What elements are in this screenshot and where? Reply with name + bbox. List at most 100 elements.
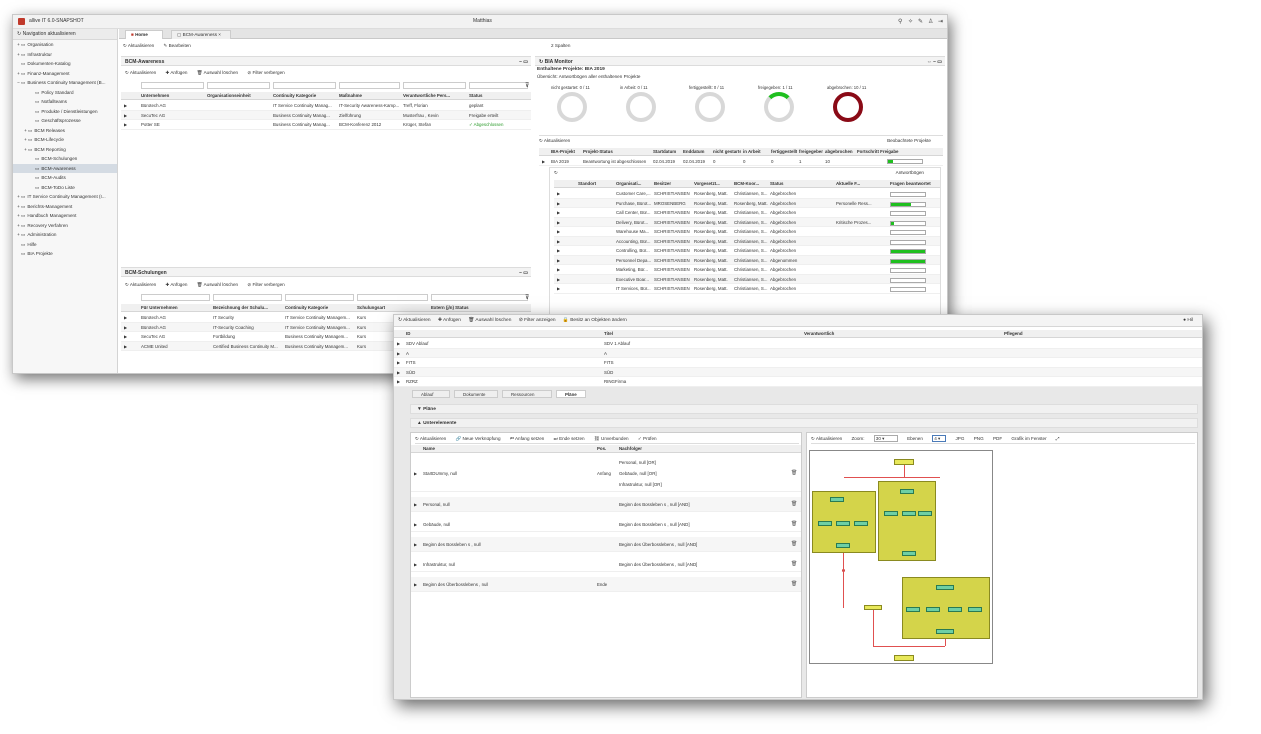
export-png-button[interactable]: PNG [974, 436, 984, 441]
filter-input[interactable] [403, 82, 466, 89]
expand-icon[interactable]: ▶ [124, 332, 127, 342]
expand-icon[interactable]: ▶ [557, 256, 560, 266]
expand-icon[interactable]: ▶ [557, 227, 560, 237]
aw-column-header[interactable]: Organisationseinheit [207, 92, 271, 99]
answer-row[interactable]: ▶ Marketing, Bür... SCHRISTIANSEN Rosenberg… [554, 265, 940, 275]
ans-column-header[interactable]: BCM-Koor... [734, 180, 768, 187]
answer-row[interactable]: ▶ Accounting, Bür... SCHRISTIANSEN Rosenber… [554, 236, 940, 246]
sub-row[interactable]: ▶ Infrastruktur, null Beginn des Überbossl… [411, 557, 801, 572]
sc-column-header[interactable]: Für Unternehmen [141, 304, 211, 311]
help-button[interactable]: ● Hil [1183, 315, 1193, 327]
expand-icon[interactable]: ▶ [414, 557, 417, 572]
nav-item[interactable]: ▭ Geschäftsprozesse [13, 116, 117, 126]
trash-icon[interactable]: 🗑 [791, 537, 797, 552]
expand-icon[interactable]: ▶ [397, 349, 400, 359]
sc-column-header[interactable]: Continuity Kategorie [285, 304, 355, 311]
ans-column-header[interactable]: Fragen beantwortet [890, 180, 938, 187]
w2-owner-button[interactable]: 🔒 Besitz an Objekten ändern [563, 318, 627, 323]
nav-item[interactable]: ▭ Policy Standard [13, 88, 117, 98]
w2-add-button[interactable]: ✚ Anfügen [438, 318, 461, 323]
expand-icon[interactable]: ▶ [542, 157, 545, 166]
filter-input[interactable] [141, 294, 210, 301]
process-diagram[interactable] [809, 450, 993, 664]
filter-input[interactable] [207, 82, 270, 89]
expand-icon[interactable]: ▶ [557, 265, 560, 275]
aw-filter-button[interactable]: ⊘ Filter verbergen [247, 70, 284, 75]
answer-row[interactable]: ▶ Executive Boar... SCHRISTIANSEN Rosenberg… [554, 274, 940, 284]
sub-row[interactable]: ▶ Beginn des Bossleben s , null Beginn des… [411, 537, 801, 552]
panel-window-icons-2[interactable]: – ▭ [519, 268, 528, 278]
bia-column-header[interactable]: fertiggestellt [771, 148, 797, 155]
w2-column-header[interactable]: Pflegend [1004, 330, 1202, 337]
trash-icon[interactable]: 🗑 [791, 557, 797, 572]
sub-column-header[interactable]: Name [423, 445, 435, 452]
export-jpg-button[interactable]: JPG [955, 436, 964, 441]
expand-icon[interactable]: ▶ [397, 358, 400, 368]
plan-row[interactable]: ▶ RZRZ RINGFirma [394, 377, 1202, 387]
answer-row[interactable]: ▶ Purchase, Bürot... MROSENBERG Rosenberg, … [554, 198, 940, 209]
trash-icon[interactable]: 🗑 [791, 497, 797, 512]
filter-input[interactable] [213, 294, 282, 301]
answer-row[interactable]: ▶ Warehouse Ma... SCHRISTIANSEN Rosenberg, … [554, 227, 940, 237]
nav-item[interactable]: ▭ BIA Projekte [13, 249, 117, 259]
close-icon[interactable]: × [218, 32, 221, 37]
sc-column-header[interactable]: Schulungsart [357, 304, 429, 311]
expand-icon[interactable]: ▶ [397, 368, 400, 378]
tools-icon[interactable]: ✎ [918, 18, 923, 25]
sc-delete-button[interactable]: 🗑 Auswahl löschen [197, 282, 238, 287]
awareness-row[interactable]: ▶ Potter SE Business Continuity Manag... BC… [121, 120, 531, 130]
answer-row[interactable]: ▶ Customer Care,... SCHRISTIANSEN Rosenberg… [554, 189, 940, 199]
nav-item[interactable]: +▭ BCM Releases [13, 126, 117, 136]
filter-icon[interactable]: ⊽ [525, 294, 529, 301]
sc-column-header[interactable]: Bezeichnung der Schulu... [213, 304, 283, 311]
ans-column-header[interactable]: Standort [578, 180, 614, 187]
set-start-button[interactable]: ⏮ Anfang setzen [510, 436, 545, 441]
w2-refresh-button[interactable]: ↻ Aktualisieren [398, 318, 431, 323]
filter-input[interactable] [141, 82, 204, 89]
nav-item[interactable]: +▭ BCM-Lifecycle [13, 135, 117, 145]
diag-refresh-button[interactable]: ↻ Aktualisieren [811, 436, 842, 441]
nav-item[interactable]: +▭ IT Service Continuity Management (I... [13, 192, 117, 202]
fullscreen-icon[interactable]: ⤢ [1056, 436, 1060, 441]
panel-window-icons[interactable]: – ▭ [519, 57, 528, 67]
bia-column-header[interactable]: Startdatum [653, 148, 681, 155]
ans-column-header[interactable]: Status [770, 180, 834, 187]
bia-column-header[interactable]: abgebrochen [825, 148, 855, 155]
w2-delete-button[interactable]: 🗑 Auswahl löschen [468, 318, 511, 323]
trash-icon[interactable]: 🗑 [791, 455, 797, 492]
expand-icon[interactable]: ▶ [414, 537, 417, 552]
aw-column-header[interactable]: Continuity Kategorie [273, 92, 337, 99]
expand-icon[interactable]: ▶ [557, 199, 560, 209]
trash-icon[interactable]: 🗑 [791, 577, 797, 592]
nav-item[interactable]: +▭ BCM Reporting [13, 145, 117, 155]
nav-item[interactable]: +▭ Recovery Verfahren [13, 221, 117, 231]
sub-column-header[interactable]: Nachfolger [619, 445, 642, 452]
aw-add-button[interactable]: ✚ Anfügen [165, 70, 187, 75]
nav-item[interactable]: ▭ Produkte / Dienstleistungen [13, 107, 117, 117]
expand-icon[interactable]: ▶ [397, 377, 400, 387]
aw-refresh-button[interactable]: ↻ Aktualisieren [125, 70, 156, 75]
expand-icon[interactable]: ▶ [557, 208, 560, 218]
bia-column-header[interactable]: in Arbeit [743, 148, 769, 155]
sub-row[interactable]: ▶ Personal, null Beginn des Bossleben s , … [411, 497, 801, 512]
nav-item[interactable]: ▭ BCM-Awareness [13, 163, 117, 173]
expand-icon[interactable]: ▶ [557, 246, 560, 256]
aw-column-header[interactable]: Unternehmen [141, 92, 205, 99]
expand-icon[interactable]: ▶ [124, 342, 127, 352]
ans-column-header[interactable]: Besitzer [654, 180, 692, 187]
expand-icon[interactable]: ▶ [557, 218, 560, 228]
sub-row[interactable]: ▶ Gebäude, null Beginn des Bossleben s , n… [411, 517, 801, 532]
refresh-button[interactable]: ↻ Aktualisieren [123, 43, 154, 48]
plan-row[interactable]: ▶ FITS FITS [394, 358, 1202, 368]
sc-add-button[interactable]: ✚ Anfügen [165, 282, 187, 287]
filter-input[interactable] [273, 82, 336, 89]
expand-icon[interactable]: ▶ [557, 284, 560, 294]
ans-column-header[interactable]: Aktuelle F... [836, 180, 888, 187]
observed-projects-button[interactable]: Beobachtete Projekte [887, 136, 931, 146]
expand-icon[interactable]: ▶ [414, 517, 417, 532]
answer-row[interactable]: ▶ Personnel Depa... SCHRISTIANSEN Rosenberg… [554, 255, 940, 266]
expand-icon[interactable]: ▶ [414, 455, 417, 492]
filter-input[interactable] [357, 294, 428, 301]
bia-column-header[interactable]: nicht gestartet [713, 148, 741, 155]
tab-bcm-awareness[interactable]: ▢ BCM-Awareness × [171, 30, 231, 39]
